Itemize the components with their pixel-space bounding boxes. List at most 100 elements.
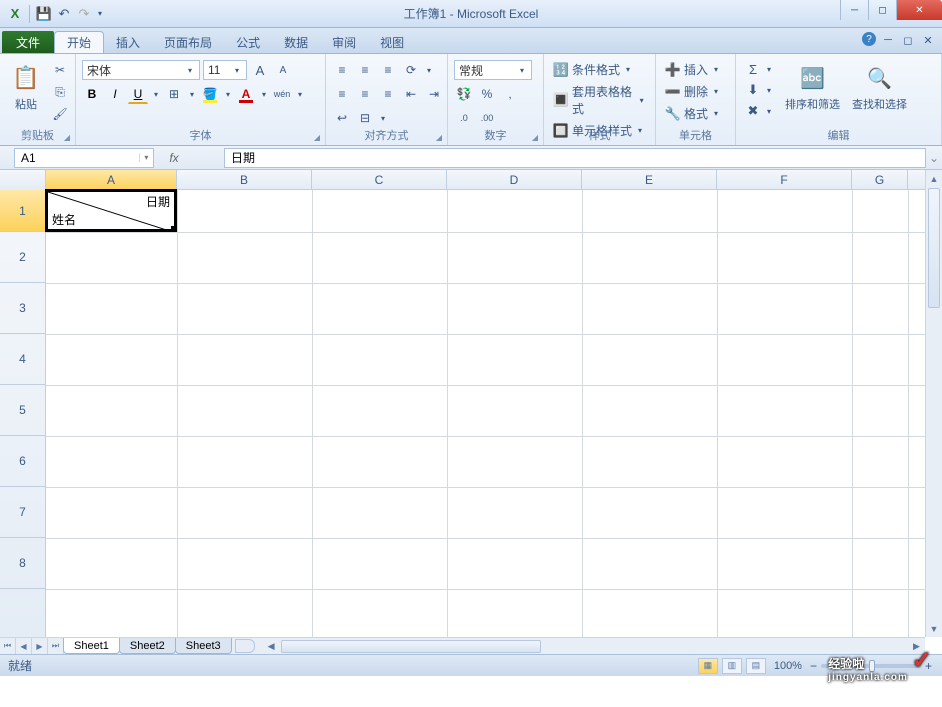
spreadsheet-grid[interactable]: ABCDEFG 12345678 日期姓名 ▲ ▼ ⏮ ◀ ▶ ⏭ Sheet1… <box>0 170 942 654</box>
fill-handle[interactable] <box>171 226 177 232</box>
col-header-C[interactable]: C <box>312 170 447 190</box>
font-name-combo[interactable]: 宋体▾ <box>82 60 200 80</box>
zoom-out-button[interactable]: − <box>810 659 817 673</box>
merge-dd-icon[interactable]: ▾ <box>378 114 388 123</box>
bold-button[interactable]: B <box>82 84 102 104</box>
col-header-G[interactable]: G <box>852 170 908 190</box>
col-header-E[interactable]: E <box>582 170 717 190</box>
undo-icon[interactable]: ↶ <box>55 5 73 23</box>
font-size-combo[interactable]: 11▾ <box>203 60 247 80</box>
cells-area[interactable]: 日期姓名 <box>46 190 925 637</box>
zoom-level[interactable]: 100% <box>774 660 802 672</box>
view-normal-button[interactable]: ▦ <box>698 658 718 674</box>
select-all-corner[interactable] <box>0 170 46 190</box>
fill-dd-icon[interactable]: ▾ <box>223 90 233 99</box>
sort-filter-button[interactable]: 🔤 排序和筛选 <box>781 60 844 114</box>
format-painter-button[interactable]: 🖌 <box>50 104 70 124</box>
align-top-button[interactable]: ≡ <box>332 60 352 80</box>
row-header-6[interactable]: 6 <box>0 436 45 487</box>
tab-review[interactable]: 审阅 <box>320 31 368 53</box>
row-header-7[interactable]: 7 <box>0 487 45 538</box>
shrink-font-button[interactable]: A <box>273 60 293 80</box>
row-header-4[interactable]: 4 <box>0 334 45 385</box>
tab-formulas[interactable]: 公式 <box>224 31 272 53</box>
row-header-1[interactable]: 1 <box>0 190 45 232</box>
scroll-down-icon[interactable]: ▼ <box>926 620 942 637</box>
name-box[interactable]: ▾ <box>14 148 154 168</box>
underline-button[interactable]: U <box>128 84 148 104</box>
tab-data[interactable]: 数据 <box>272 31 320 53</box>
find-select-button[interactable]: 🔍 查找和选择 <box>848 60 911 114</box>
sheet-nav-next-icon[interactable]: ▶ <box>32 638 48 654</box>
col-header-D[interactable]: D <box>447 170 582 190</box>
font-color-button[interactable]: A <box>236 84 256 104</box>
align-bottom-button[interactable]: ≡ <box>378 60 398 80</box>
redo-icon[interactable]: ↷ <box>75 5 93 23</box>
orient-dd-icon[interactable]: ▾ <box>424 66 434 75</box>
align-center-button[interactable]: ≡ <box>355 84 375 104</box>
format-cells-button[interactable]: 🔧格式▾ <box>662 104 724 123</box>
table-format-button[interactable]: 🔳套用表格格式▾ <box>550 82 649 118</box>
decrease-decimal-button[interactable]: .00 <box>477 108 497 128</box>
col-header-F[interactable]: F <box>717 170 852 190</box>
number-expand-icon[interactable]: ◢ <box>529 131 541 143</box>
row-header-5[interactable]: 5 <box>0 385 45 436</box>
border-dd-icon[interactable]: ▾ <box>187 90 197 99</box>
paste-button[interactable]: 📋 粘贴 <box>6 60 46 114</box>
align-expand-icon[interactable]: ◢ <box>433 131 445 143</box>
row-header-8[interactable]: 8 <box>0 538 45 589</box>
new-sheet-button[interactable] <box>235 639 255 653</box>
phonetic-button[interactable]: wén <box>272 84 292 104</box>
border-button[interactable]: ⊞ <box>164 84 184 104</box>
vertical-scrollbar[interactable]: ▲ ▼ <box>925 170 942 637</box>
align-middle-button[interactable]: ≡ <box>355 60 375 80</box>
tab-insert[interactable]: 插入 <box>104 31 152 53</box>
name-box-dropdown-icon[interactable]: ▾ <box>139 153 153 162</box>
formula-expand-icon[interactable]: ⌄ <box>926 151 942 165</box>
fx-icon[interactable]: fx <box>162 151 186 165</box>
row-header-3[interactable]: 3 <box>0 283 45 334</box>
scroll-left-icon[interactable]: ◀ <box>263 638 280 655</box>
sheet-tab-3[interactable]: Sheet3 <box>175 638 232 654</box>
name-box-input[interactable] <box>15 151 139 165</box>
number-format-combo[interactable]: 常规▾ <box>454 60 532 80</box>
fill-color-button[interactable]: 🪣 <box>200 84 220 104</box>
tab-home[interactable]: 开始 <box>54 31 104 53</box>
sheet-nav-last-icon[interactable]: ⏭ <box>48 638 64 654</box>
tab-page-layout[interactable]: 页面布局 <box>152 31 224 53</box>
align-right-button[interactable]: ≡ <box>378 84 398 104</box>
save-icon[interactable]: 💾 <box>35 5 53 23</box>
h-scroll-track[interactable]: ◀ ▶ <box>263 638 925 655</box>
underline-dropdown-icon[interactable]: ▾ <box>151 90 161 99</box>
col-header-B[interactable]: B <box>177 170 312 190</box>
orientation-button[interactable]: ⟳ <box>401 60 421 80</box>
clear-button[interactable]: ✖▾ <box>742 102 777 120</box>
doc-close-icon[interactable]: ✕ <box>920 32 936 48</box>
restore-down-icon[interactable]: ◻ <box>900 32 916 48</box>
close-button[interactable]: ✕ <box>896 0 942 20</box>
col-header-A[interactable]: A <box>46 170 177 190</box>
sheet-nav-first-icon[interactable]: ⏮ <box>0 638 16 654</box>
fill-button[interactable]: ⬇▾ <box>742 81 777 99</box>
minimize-ribbon-icon[interactable]: ─ <box>880 32 896 48</box>
view-page-break-button[interactable]: ▤ <box>746 658 766 674</box>
h-scroll-thumb[interactable] <box>281 640 541 653</box>
phonetic-dd-icon[interactable]: ▾ <box>295 90 305 99</box>
sheet-nav-prev-icon[interactable]: ◀ <box>16 638 32 654</box>
scroll-up-icon[interactable]: ▲ <box>926 170 942 187</box>
tab-view[interactable]: 视图 <box>368 31 416 53</box>
font-expand-icon[interactable]: ◢ <box>311 131 323 143</box>
cut-button[interactable]: ✂ <box>50 60 70 80</box>
maximize-button[interactable]: ◻ <box>868 0 896 20</box>
qat-customize-icon[interactable]: ▾ <box>95 5 105 23</box>
grow-font-button[interactable]: A <box>250 60 270 80</box>
merge-button[interactable]: ⊟ <box>355 108 375 128</box>
italic-button[interactable]: I <box>105 84 125 104</box>
help-icon[interactable]: ? <box>862 32 876 46</box>
comma-button[interactable]: , <box>500 84 520 104</box>
tab-file[interactable]: 文件 <box>2 31 54 53</box>
increase-decimal-button[interactable]: .0 <box>454 108 474 128</box>
clipboard-expand-icon[interactable]: ◢ <box>61 131 73 143</box>
autosum-button[interactable]: Σ▾ <box>742 60 777 78</box>
delete-cells-button[interactable]: ➖删除▾ <box>662 82 724 101</box>
